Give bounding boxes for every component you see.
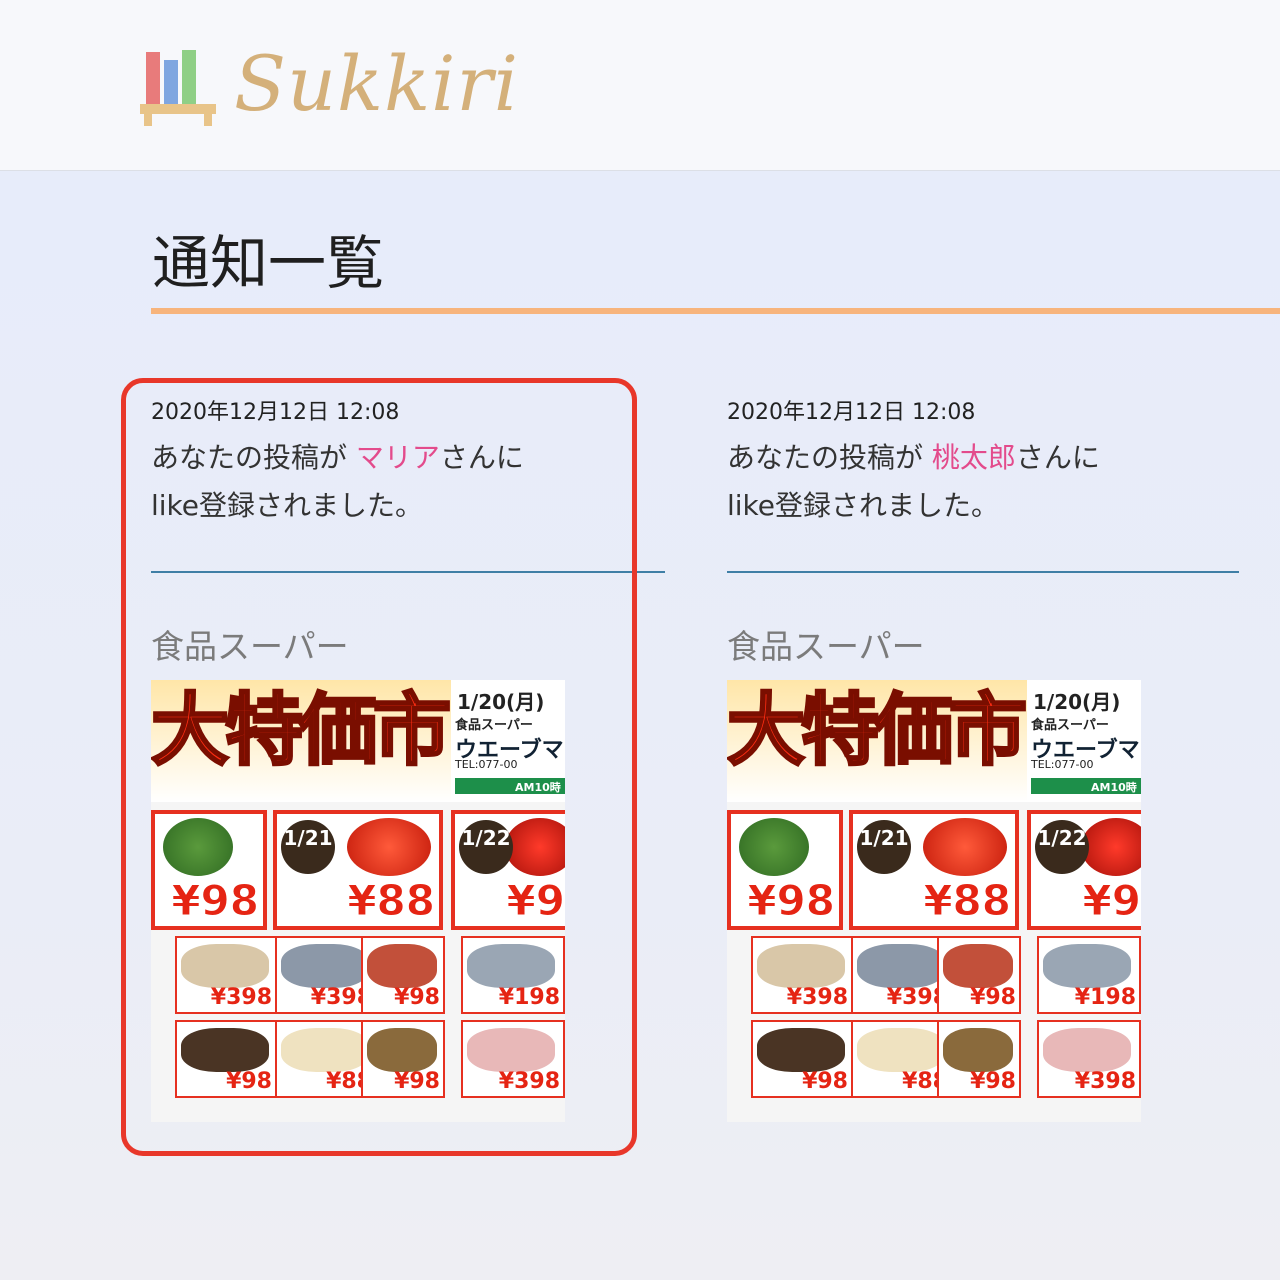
flyer-headline: 大特価市	[727, 686, 1029, 776]
flyer-row: ¥98 ¥88 ¥98 ¥398	[727, 1020, 1141, 1100]
flyer-date: 1/20(月)	[1033, 690, 1121, 714]
flyer-cell: ¥98	[751, 1020, 853, 1098]
highlight-box	[121, 378, 637, 1156]
flyer-cell: ¥398	[1037, 1020, 1141, 1098]
flyer-price: ¥88	[923, 876, 1012, 925]
site-logo[interactable]: Sukkiri	[140, 38, 519, 130]
flyer-tel: TEL:077-00	[1031, 758, 1094, 771]
flyer-cell: ¥98	[937, 936, 1021, 1014]
user-link[interactable]: 桃太郎	[932, 441, 1016, 474]
flyer-cell: ¥198	[1037, 936, 1141, 1014]
flyer-panel: 1/21 ¥88	[849, 810, 1019, 930]
apple-image	[1081, 818, 1141, 876]
title-underline	[151, 308, 1280, 314]
flyer-cell: ¥398	[751, 936, 853, 1014]
post-image[interactable]: 大特価市 1/20(月) 食品スーパー ウエーブマ TEL:077-00 AM1…	[727, 680, 1141, 1122]
site-header: Sukkiri	[0, 0, 1280, 171]
flyer-price: ¥9	[1082, 876, 1141, 925]
flyer-cell: ¥98	[937, 1020, 1021, 1098]
bookshelf-icon	[140, 42, 216, 126]
tomato-image	[923, 818, 1007, 876]
flyer-panel: 1/22 ¥9	[1027, 810, 1141, 930]
flyer-hours-bar: AM10時	[1031, 778, 1141, 794]
flyer-hours: AM10時	[1091, 781, 1137, 794]
broccoli-image	[739, 818, 809, 876]
notification-timestamp: 2020年12月12日 12:08	[727, 400, 976, 425]
flyer-date-badge: 1/21	[857, 820, 911, 874]
message-suffix: さんに	[1015, 441, 1100, 474]
post-title[interactable]: 食品スーパー	[727, 620, 925, 668]
message-prefix: あなたの投稿が	[727, 441, 932, 474]
flyer-price: ¥98	[747, 876, 836, 925]
page-title: 通知一覧	[152, 229, 385, 297]
logo-text: Sukkiri	[234, 39, 520, 128]
flyer-shop-type: 食品スーパー	[1031, 718, 1109, 733]
flyer-panel: ¥98	[727, 810, 843, 930]
message-line2: like登録されました。	[727, 489, 1000, 522]
flyer-date-badge: 1/22	[1035, 820, 1089, 874]
flyer-row: ¥398 ¥398 ¥98 ¥198	[727, 936, 1141, 1016]
card-divider	[727, 571, 1239, 573]
flyer-info: 1/20(月) 食品スーパー ウエーブマ TEL:077-00 AM10時	[1027, 680, 1141, 802]
notification-message: あなたの投稿が 桃太郎さんに like登録されました。	[727, 434, 1247, 530]
notification-card[interactable]: 2020年12月12日 12:08 あなたの投稿が 桃太郎さんに like登録さ…	[727, 400, 1247, 1122]
